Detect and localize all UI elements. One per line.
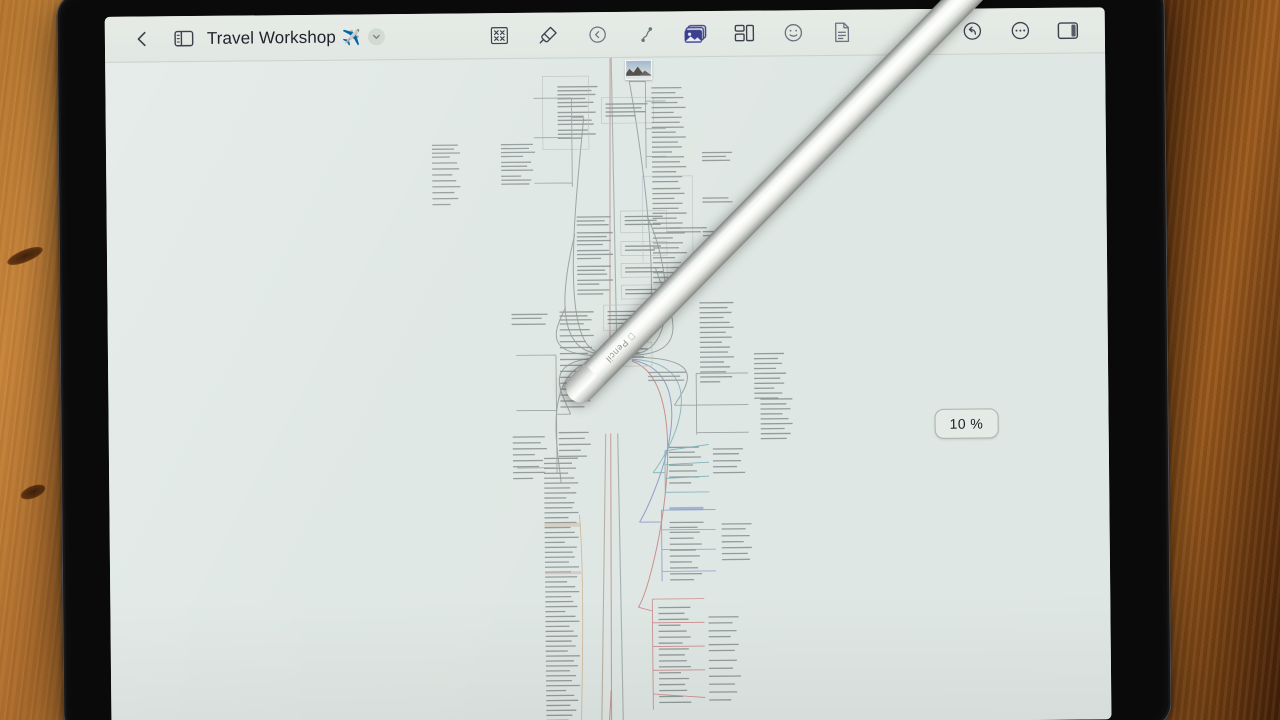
page-title[interactable]: Travel Workshop bbox=[207, 27, 336, 48]
left-node-cluster bbox=[431, 75, 668, 480]
mindmap-graphic bbox=[431, 53, 793, 720]
toolbar-spacer-right bbox=[857, 31, 957, 32]
tablet-screen: Travel Workshop ✈️ 10 % bbox=[104, 7, 1112, 720]
insert-image-button[interactable] bbox=[680, 19, 710, 49]
sticker-button[interactable] bbox=[778, 18, 808, 48]
format-brush-button[interactable] bbox=[533, 20, 563, 50]
left-long-column bbox=[543, 457, 582, 720]
app-toolbar: Travel Workshop ✈️ bbox=[104, 7, 1106, 63]
undo-button[interactable] bbox=[957, 16, 987, 46]
toolbar-tools bbox=[484, 17, 857, 51]
right-connectors bbox=[628, 81, 688, 608]
relationship-button[interactable] bbox=[631, 19, 661, 49]
zoom-level-indicator[interactable]: 10 % bbox=[934, 408, 999, 439]
airplane-emoji-icon: ✈️ bbox=[341, 28, 361, 47]
back-button[interactable] bbox=[127, 24, 157, 54]
right-node-cluster bbox=[641, 86, 793, 704]
layout-button[interactable] bbox=[729, 18, 759, 48]
photo-foreground bbox=[626, 75, 652, 79]
photo-thumbnail-node[interactable] bbox=[625, 59, 653, 80]
boundary-button[interactable] bbox=[582, 20, 612, 50]
left-column-connector bbox=[579, 514, 584, 720]
more-button[interactable] bbox=[1005, 15, 1035, 45]
title-menu-button[interactable] bbox=[367, 28, 385, 46]
trunk-lines bbox=[601, 53, 625, 720]
left-connectors bbox=[555, 117, 601, 484]
toolbar-right-tools bbox=[957, 15, 1083, 46]
inspector-button[interactable] bbox=[1053, 15, 1083, 45]
mindmap-canvas[interactable]: 10 % bbox=[105, 53, 1112, 720]
tablet-device: Travel Workshop ✈️ 10 % bbox=[56, 0, 1172, 720]
sidebar-toggle-button[interactable] bbox=[169, 23, 199, 53]
collapse-all-button[interactable] bbox=[484, 20, 514, 50]
notes-button[interactable] bbox=[827, 17, 857, 47]
